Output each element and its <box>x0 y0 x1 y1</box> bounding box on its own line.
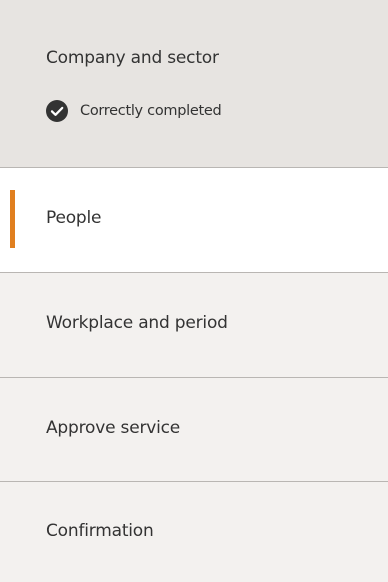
step-status: Correctly completed <box>46 100 222 122</box>
active-step-indicator <box>10 190 15 248</box>
step-navigation: Company and sector Correctly completed P… <box>0 0 388 582</box>
step-label: Company and sector <box>46 48 219 68</box>
step-label: People <box>46 208 102 228</box>
status-text: Correctly completed <box>80 103 222 119</box>
step-workplace-and-period[interactable]: Workplace and period <box>0 273 388 377</box>
step-company-and-sector[interactable]: Company and sector Correctly completed <box>0 0 388 167</box>
step-approve-service[interactable]: Approve service <box>0 378 388 481</box>
step-label: Workplace and period <box>46 313 228 333</box>
step-confirmation[interactable]: Confirmation <box>0 482 388 582</box>
check-circle-icon <box>46 100 68 122</box>
step-people[interactable]: People <box>0 168 388 272</box>
step-label: Approve service <box>46 418 181 438</box>
step-label: Confirmation <box>46 521 154 541</box>
